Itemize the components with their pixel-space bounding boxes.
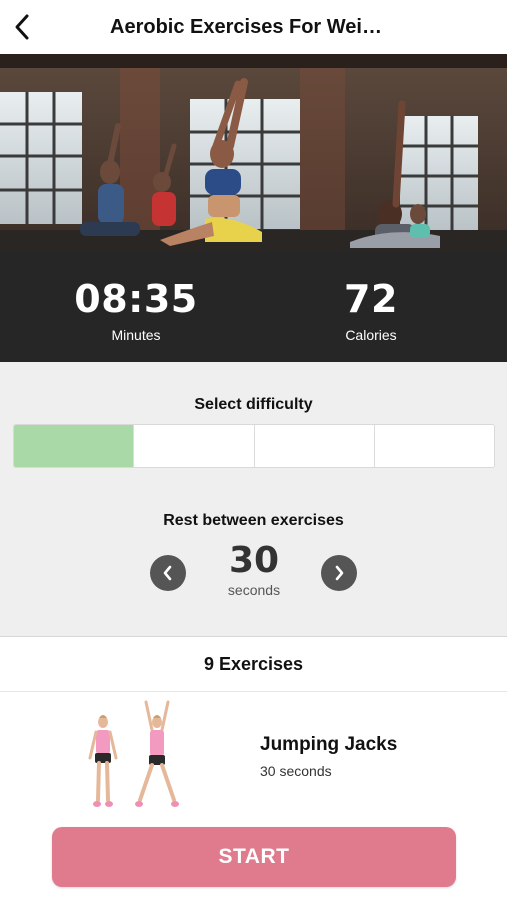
rest-increase-button[interactable] (321, 555, 357, 591)
calories-label: Calories (345, 327, 397, 343)
minutes-label: Minutes (111, 327, 161, 343)
calories-value: 72 (344, 277, 398, 321)
chevron-left-icon (15, 14, 29, 40)
workout-settings: Select difficulty Rest between exercises… (0, 362, 507, 637)
rest-decrease-button[interactable] (150, 555, 186, 591)
exercise-name: Jumping Jacks (260, 734, 398, 755)
back-button[interactable] (10, 12, 34, 42)
start-button[interactable]: START (52, 827, 456, 887)
difficulty-title: Select difficulty (194, 396, 313, 413)
chevron-left-icon (163, 565, 172, 581)
rest-value: 30 (228, 540, 280, 581)
exercise-thumbnail (76, 696, 186, 812)
calories-stat: 72 Calories (291, 278, 451, 344)
minutes-stat: 08:35 Minutes (56, 278, 216, 344)
difficulty-level-1[interactable] (14, 425, 134, 467)
difficulty-level-2[interactable] (133, 425, 254, 467)
difficulty-level-4[interactable] (373, 425, 494, 467)
exercises-count-header: 9 Exercises (0, 637, 507, 692)
workout-stats: 08:35 Minutes 72 Calories (0, 252, 507, 362)
hero-image (0, 54, 507, 252)
difficulty-level-3[interactable] (253, 425, 374, 467)
exercise-duration: 30 seconds (260, 763, 332, 779)
rest-unit: seconds (227, 582, 281, 598)
chevron-right-icon (335, 565, 344, 581)
rest-title: Rest between exercises (163, 512, 344, 529)
difficulty-selector (13, 424, 495, 468)
top-bar: Aerobic Exercises For Wei… (0, 0, 507, 54)
page-title: Aerobic Exercises For Wei… (110, 16, 382, 38)
list-item[interactable]: Jumping Jacks 30 seconds (0, 692, 507, 820)
minutes-value: 08:35 (74, 277, 198, 321)
